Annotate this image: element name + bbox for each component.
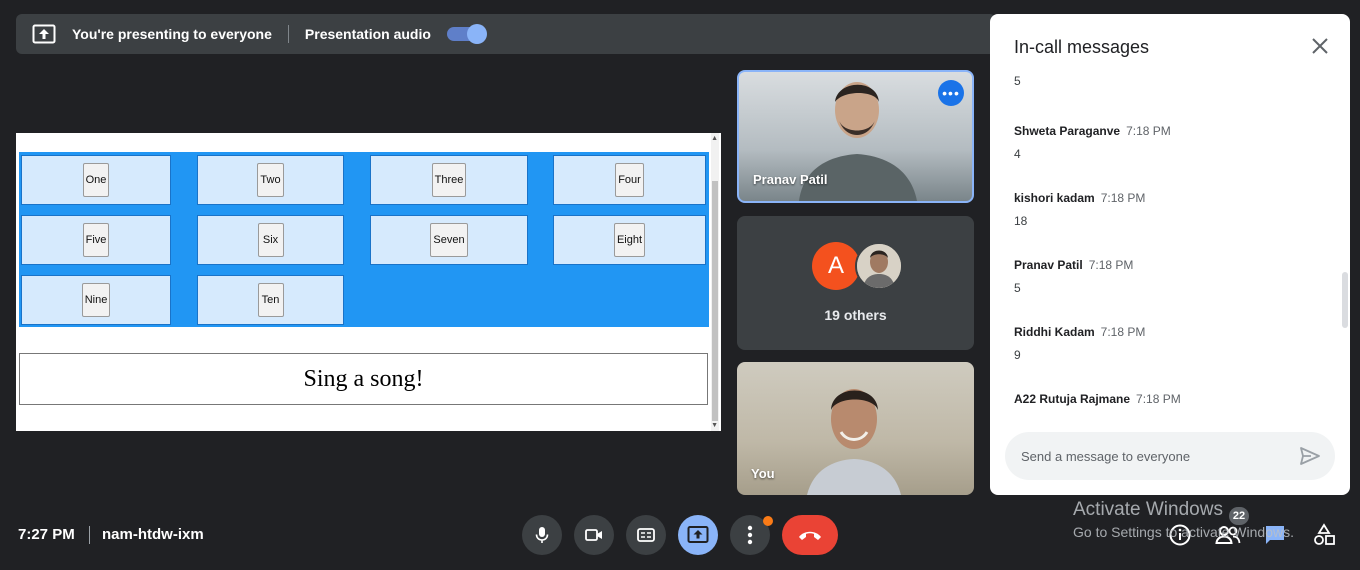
activities-icon [1314,523,1335,545]
chat-scrollbar[interactable] [1342,272,1348,328]
message-time: 7:18 PM [1088,258,1134,272]
self-view-tile[interactable]: You [737,362,974,495]
more-options-icon[interactable]: ••• [938,80,964,106]
bottom-divider [89,526,90,544]
chat-message-list[interactable]: 5 Shweta Paraganve 7:18 PM 4 kishori kada… [990,70,1350,415]
microphone-icon [535,527,549,543]
captions-button[interactable] [626,515,666,555]
others-count-label: 19 others [824,307,887,323]
hang-up-icon [799,531,821,540]
message-input[interactable] [1019,447,1293,465]
speaker-tile[interactable]: ••• Pranav Patil [737,70,974,203]
more-options-button[interactable] [730,515,773,555]
grid-cell: Eight [553,215,706,265]
activate-windows-subtitle: Go to Settings to activate Windows. [1073,524,1294,540]
message-sender: A22 Rutuja Rajmane [1014,392,1131,406]
message-time: 7:18 PM [1100,325,1146,339]
message-text: 9 [1014,348,1021,362]
in-call-messages-panel: In-call messages 5 Shweta Paraganve 7:18 … [990,14,1350,495]
button-eight[interactable]: Eight [613,223,646,257]
captions-icon [637,528,655,542]
message-text: 4 [1014,147,1021,161]
camera-button[interactable] [574,515,614,555]
scroll-up-arrow-icon[interactable]: ▲ [711,135,718,142]
scrollbar-thumb[interactable] [712,181,718,421]
button-nine[interactable]: Nine [81,283,111,317]
message-sender: kishori kadam [1014,191,1095,205]
presentation-audio-label: Presentation audio [304,26,431,42]
scroll-down-arrow-icon[interactable]: ▼ [711,422,718,429]
presentation-audio-toggle[interactable] [446,24,487,44]
grid-cell: Ten [197,275,344,325]
button-three[interactable]: Three [431,163,467,197]
meeting-code: nam-htdw-ixm [102,526,204,543]
leave-call-button[interactable] [782,515,838,555]
chat-message: Riddhi Kadam 7:18 PM 9 [1014,323,1145,362]
people-count-badge: 22 [1229,507,1249,525]
banner-divider [287,25,289,43]
chat-input-box[interactable] [1005,432,1335,480]
chat-message: kishori kadam 7:18 PM 18 [1014,189,1145,228]
button-five[interactable]: Five [82,223,110,257]
camera-icon [585,529,602,541]
send-icon[interactable] [1299,445,1321,467]
participant-avatar-photo [855,242,903,290]
grid-cell: Seven [370,215,528,265]
grid-cell: Six [197,215,344,265]
meeting-clock: 7:27 PM [18,526,75,543]
message-text: 5 [1014,74,1021,88]
chat-message: Pranav Patil 7:18 PM 5 [1014,256,1133,295]
close-icon[interactable] [1308,34,1332,58]
chat-panel-title: In-call messages [1014,37,1150,57]
button-one[interactable]: One [82,163,110,197]
chat-message: A22 Rutuja Rajmane7:18 PM 8 [1014,390,1181,415]
present-screen-icon [32,24,56,44]
shared-screen-scrollbar[interactable] [711,133,719,431]
self-label: You [751,466,775,481]
present-now-button[interactable] [678,515,718,555]
shared-screen: One Two Three Four Five Six Seven Eight … [16,133,721,431]
button-six[interactable]: Six [257,223,284,257]
notification-dot [763,516,773,526]
toggle-knob [466,24,487,44]
grid-cell: One [21,155,171,205]
participant-avatar: A [812,242,860,290]
presenting-status: You're presenting to everyone [72,26,272,42]
song-text-box: Sing a song! [19,353,708,405]
chat-message: Shweta Paraganve 7:18 PM 4 [1014,122,1171,161]
button-two[interactable]: Two [257,163,284,197]
message-sender: Pranav Patil [1014,258,1083,272]
microphone-button[interactable] [522,515,562,555]
chat-message: 5 [1014,74,1021,88]
button-four[interactable]: Four [615,163,644,197]
participant-name: Pranav Patil [753,172,828,187]
present-screen-icon [687,526,709,543]
presenting-banner: You're presenting to everyone Presentati… [16,14,996,54]
message-time: 7:18 PM [1126,124,1171,138]
grid-cell: Four [553,155,706,205]
activities-button[interactable] [1311,522,1337,548]
grid-cell: Nine [21,275,171,325]
message-sender: Shweta Paraganve [1014,124,1121,138]
activate-windows-watermark: Activate Windows [1073,499,1223,520]
button-seven[interactable]: Seven [430,223,468,257]
more-vert-icon [747,525,753,545]
message-text: 5 [1014,281,1021,295]
message-sender: Riddhi Kadam [1014,325,1095,339]
grid-cell: Five [21,215,171,265]
button-ten[interactable]: Ten [257,283,284,317]
others-tile[interactable]: A 19 others [737,216,974,350]
message-time: 7:18 PM [1100,191,1146,205]
grid-cell: Three [370,155,528,205]
grid-cell: Two [197,155,344,205]
message-time: 7:18 PM [1136,392,1181,406]
message-text: 18 [1014,214,1028,228]
